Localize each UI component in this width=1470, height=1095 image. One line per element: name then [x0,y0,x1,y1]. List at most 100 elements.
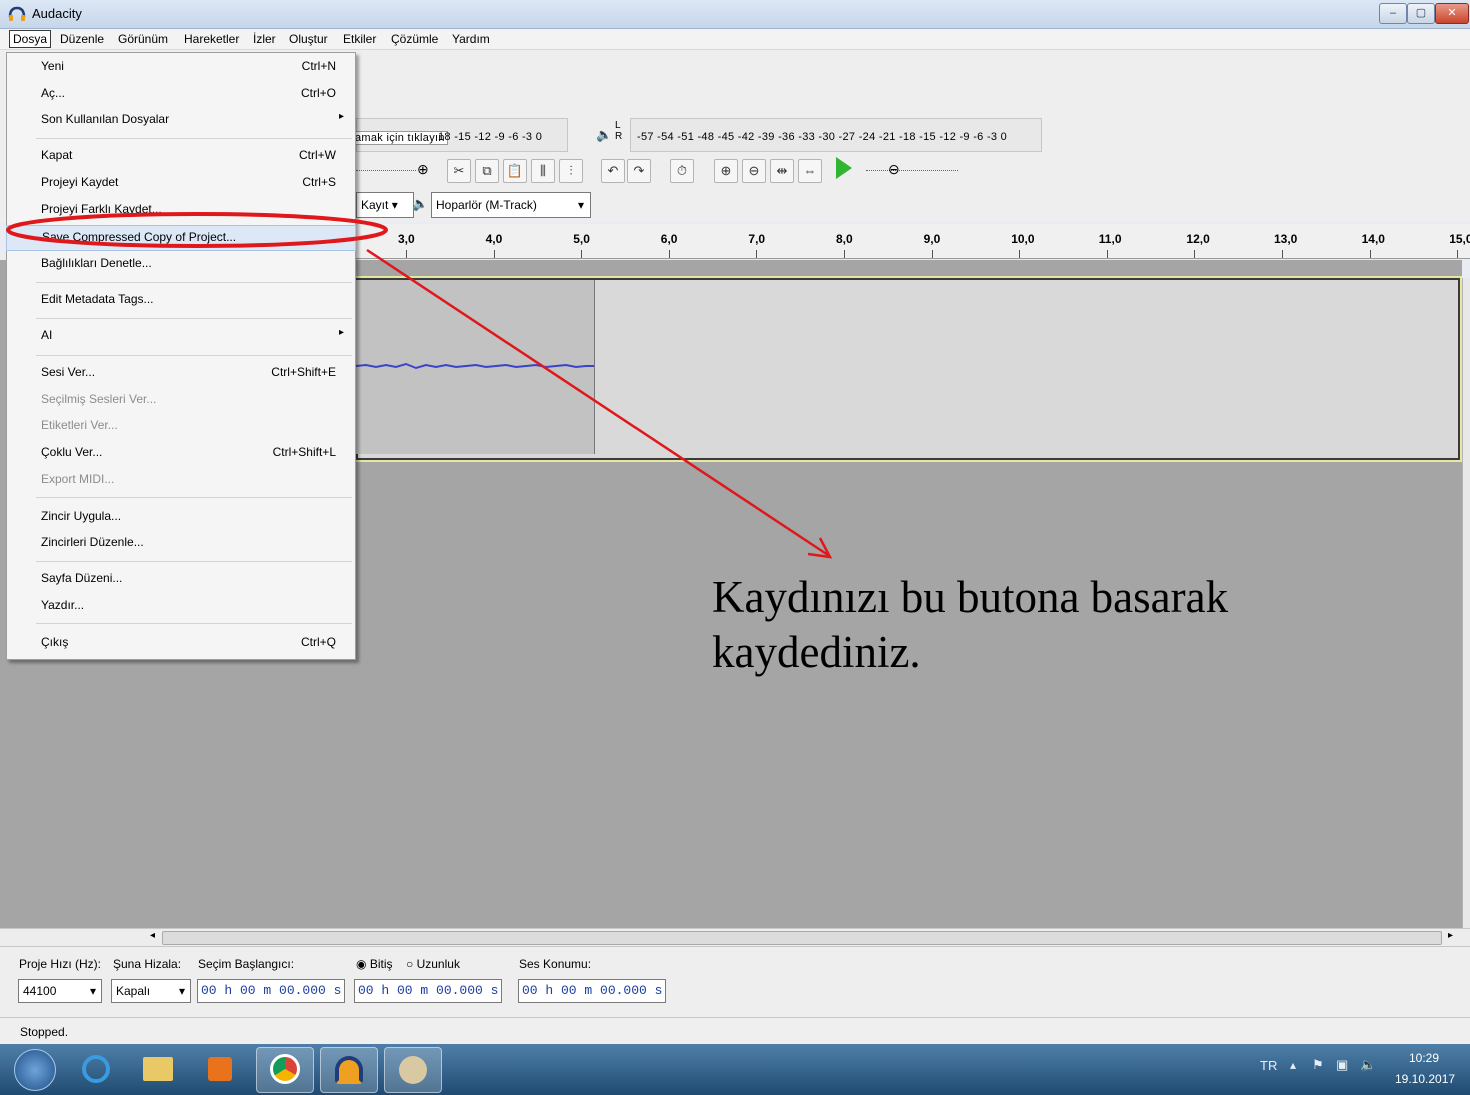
silence-icon[interactable]: ⫶ [559,159,583,183]
language-indicator[interactable]: TR [1260,1058,1277,1073]
output-device-select[interactable]: Hoparlör (M-Track) ▾ [431,192,591,218]
chrome-icon[interactable] [256,1047,314,1093]
play-speed-slider[interactable] [866,170,958,172]
menu-item-check-dependencies[interactable]: Bağlılıkları Denetle... [6,252,354,276]
speed-slider-thumb-icon[interactable]: ⊖ [888,161,900,178]
menu-item-label: Etiketleri Ver... [41,418,118,432]
redo-icon[interactable]: ↷ [627,159,651,183]
vertical-scrollbar[interactable] [1462,278,1470,928]
copy-icon[interactable]: ⧉ [475,159,499,183]
menu-item-open[interactable]: Aç... Ctrl+O [6,82,354,106]
menu-item-shortcut: Ctrl+Shift+L [272,445,336,459]
scroll-right-icon[interactable]: ▸ [1448,930,1453,941]
menu-item-apply-chain[interactable]: Zincir Uygula... [6,505,354,529]
menu-transport[interactable]: Hareketler [181,31,242,47]
action-center-flag-icon[interactable]: ⚑ [1312,1057,1324,1073]
end-radio[interactable]: ◉ Bitiş [356,957,392,971]
menu-item-exit[interactable]: Çıkış Ctrl+Q [6,631,354,655]
scroll-thumb[interactable] [162,931,1442,945]
menu-generate[interactable]: Oluştur [286,31,331,47]
menu-item-recent-files[interactable]: Son Kullanılan Dosyalar ▸ [6,108,354,132]
menu-item-export-multiple[interactable]: Çoklu Ver... Ctrl+Shift+L [6,441,354,465]
menu-item-label: AI [41,328,53,342]
status-bar: Stopped. [0,1017,1470,1045]
project-rate-select[interactable]: 44100 ▾ [18,979,102,1003]
ruler-tick-label: 6,0 [660,232,678,246]
menu-item-save-compressed-copy[interactable]: Save Compressed Copy of Project... [6,225,356,251]
menu-tracks[interactable]: İzler [250,31,279,47]
ruler-tick [1106,250,1108,258]
menu-item-close[interactable]: Kapat Ctrl+W [6,144,354,168]
menu-item-new[interactable]: Yeni Ctrl+N [6,55,354,79]
audio-position-time[interactable]: 00 h 00 m 00.000 s [518,979,667,1003]
sync-lock-icon[interactable]: ⏱ [670,159,694,183]
zoom-in-icon[interactable]: ⊕ [714,159,738,183]
menu-item-label: Export MIDI... [41,472,115,486]
submenu-arrow-icon: ▸ [338,111,344,122]
start-button[interactable] [14,1049,56,1091]
selection-start-time[interactable]: 00 h 00 m 00.000 s [197,979,346,1003]
menu-item-label: Projeyi Kaydet [41,175,119,189]
ruler-tick-label: 12,0 [1186,232,1210,246]
minimize-button[interactable]: – [1379,3,1407,24]
cut-icon[interactable]: ✂ [447,159,471,183]
menu-item-edit-chains[interactable]: Zincirleri Düzenle... [6,531,354,555]
menu-item-export-labels[interactable]: Etiketleri Ver... [6,414,354,438]
ruler-tick [756,250,758,258]
menu-item-save-project-as[interactable]: Projeyi Farklı Kaydet... [6,198,354,222]
menu-view[interactable]: Görünüm [115,31,171,47]
zoom-out-icon[interactable]: ⊖ [742,159,766,183]
snap-to-label: Şuna Hizala: [113,957,182,971]
fit-selection-icon[interactable]: ⇹ [770,159,794,183]
menu-item-edit-metadata[interactable]: Edit Metadata Tags... [6,288,354,312]
menu-item-print[interactable]: Yazdır... [6,594,354,618]
ruler-tick-label: 7,0 [748,232,766,246]
paste-icon[interactable]: 📋 [503,159,527,183]
selection-end-time[interactable]: 00 h 00 m 00.000 s [354,979,503,1003]
audio-position-label: Ses Konumu: [519,957,592,971]
menu-item-save-project[interactable]: Projeyi Kaydet Ctrl+S [6,171,354,195]
fit-project-icon[interactable]: ⇔ [798,159,822,183]
scroll-left-icon[interactable]: ◂ [150,930,155,941]
audacity-taskbar-icon[interactable] [320,1047,378,1093]
menu-file[interactable]: Dosya [9,30,52,48]
output-speaker-icon: 🔈 [412,196,429,211]
length-radio-label: Uzunluk [416,957,460,971]
menu-help[interactable]: Yardım [449,31,493,47]
timeline-ruler[interactable] [356,224,1470,259]
menu-item-ai[interactable]: AI ▸ [6,324,354,348]
window-title: Audacity [32,6,82,21]
snap-to-select[interactable]: Kapalı ▾ [111,979,191,1003]
ruler-tick [931,250,933,258]
menu-effects[interactable]: Etkiler [340,31,379,47]
maximize-button[interactable]: ▢ [1407,3,1435,24]
internet-explorer-icon[interactable] [68,1047,124,1091]
record-volume-slider[interactable] [356,170,416,172]
chevron-down-icon: ▾ [178,984,185,998]
volume-icon[interactable]: 🔈 [1360,1057,1376,1073]
menu-item-export-audio[interactable]: Sesi Ver... Ctrl+Shift+E [6,361,354,385]
clock-time[interactable]: 10:29 [1409,1051,1439,1065]
network-icon[interactable]: ▣ [1336,1057,1348,1073]
clock-date[interactable]: 19.10.2017 [1395,1072,1455,1086]
length-radio[interactable]: ○ Uzunluk [406,957,460,971]
menu-edit[interactable]: Düzenle [57,31,107,47]
file-explorer-icon[interactable] [130,1047,186,1091]
slider-thumb-icon[interactable]: ⊕ [417,161,429,178]
tray-expand-icon[interactable]: ▴ [1290,1058,1296,1072]
menu-item-export-midi[interactable]: Export MIDI... [6,468,354,492]
undo-icon[interactable]: ↶ [601,159,625,183]
menu-item-label: Yazdır... [41,598,85,612]
horizontal-scrollbar[interactable]: ◂ ▸ [0,928,1470,946]
menu-item-page-setup[interactable]: Sayfa Düzeni... [6,567,354,591]
record-device-select[interactable]: Kayıt ▾ [356,192,414,218]
menu-analyze[interactable]: Çözümle [388,31,441,47]
paint-icon[interactable] [384,1047,442,1093]
record-meter-hint[interactable]: amak için tıklayın [352,131,448,145]
trim-icon[interactable]: ⫼ [531,159,555,183]
menu-separator [36,282,352,283]
close-button[interactable]: ✕ [1435,3,1469,24]
menu-item-export-selected[interactable]: Seçilmiş Sesleri Ver... [6,388,354,412]
media-player-icon[interactable] [192,1047,248,1091]
play-at-speed-icon[interactable] [836,157,852,179]
